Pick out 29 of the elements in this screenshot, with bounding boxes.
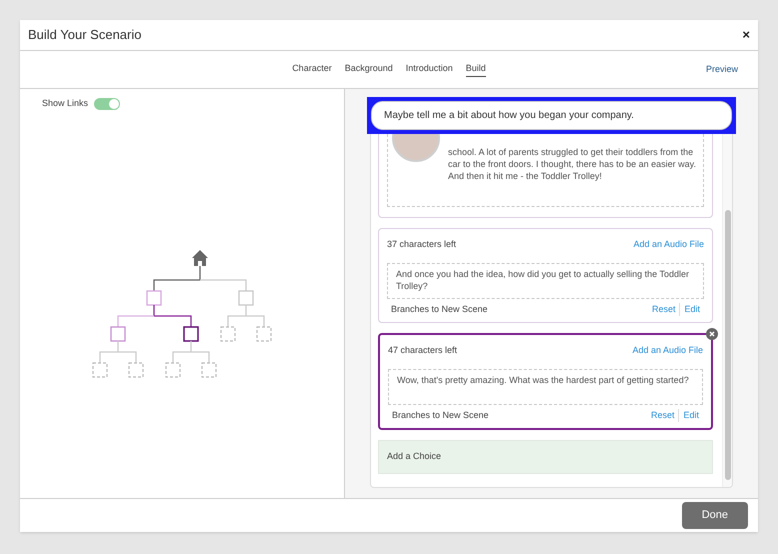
tab[interactable]: Build bbox=[466, 62, 486, 77]
character-counter: 47 characters left bbox=[388, 344, 458, 357]
add-choice-button[interactable]: Add a Choice bbox=[378, 440, 713, 474]
show-links-toggle[interactable] bbox=[94, 98, 120, 110]
reset-link[interactable]: Reset bbox=[650, 408, 680, 422]
speech-bubble: Maybe tell me a bit about how you began your company. bbox=[371, 101, 732, 130]
preview-link[interactable]: Preview bbox=[706, 62, 738, 76]
edit-link[interactable]: Edit bbox=[680, 302, 700, 316]
character-counter: 37 characters left bbox=[387, 238, 456, 251]
scene-text: school. A lot of parents struggled to get their toddlers from the car to the front doors. I thought, there has to be an easier way. And then it hit me - the Toddler Trolley! bbox=[448, 146, 697, 182]
choice-card[interactable]: 47 characters left Add an Audio File Wow, that's pretty amazing. What was the hardest part of getting started? Branches to New Scene Reset Edit bbox=[378, 333, 713, 430]
choice-card[interactable]: 37 characters left Add an Audio File And once you had the idea, how did you get to actually selling the Toddler Trolley? Branches to New Scene Reset Edit bbox=[378, 228, 713, 323]
reset-link[interactable]: Reset bbox=[652, 302, 680, 316]
add-audio-link[interactable]: Add an Audio File bbox=[633, 238, 704, 252]
close-button[interactable]: × bbox=[742, 25, 750, 45]
window-title: Build Your Scenario bbox=[28, 26, 142, 44]
tab[interactable]: Background bbox=[344, 62, 393, 77]
tab[interactable]: Introduction bbox=[406, 62, 453, 77]
show-links-label: Show Links bbox=[42, 97, 88, 110]
choice-text-field[interactable]: And once you had the idea, how did you get to actually selling the Toddler Trolley? bbox=[387, 262, 704, 298]
tab[interactable]: Character bbox=[292, 62, 332, 77]
add-audio-link[interactable]: Add an Audio File bbox=[632, 344, 703, 358]
done-button[interactable]: Done bbox=[682, 502, 748, 529]
scrollbar[interactable] bbox=[722, 134, 732, 487]
branch-label: Branches to New Scene bbox=[392, 408, 489, 422]
close-icon[interactable] bbox=[706, 328, 718, 340]
edit-link[interactable]: Edit bbox=[679, 408, 699, 422]
branch-label: Branches to New Scene bbox=[391, 302, 488, 316]
choice-text-field[interactable]: Wow, that's pretty amazing. What was the hardest part of getting started? bbox=[388, 368, 703, 404]
